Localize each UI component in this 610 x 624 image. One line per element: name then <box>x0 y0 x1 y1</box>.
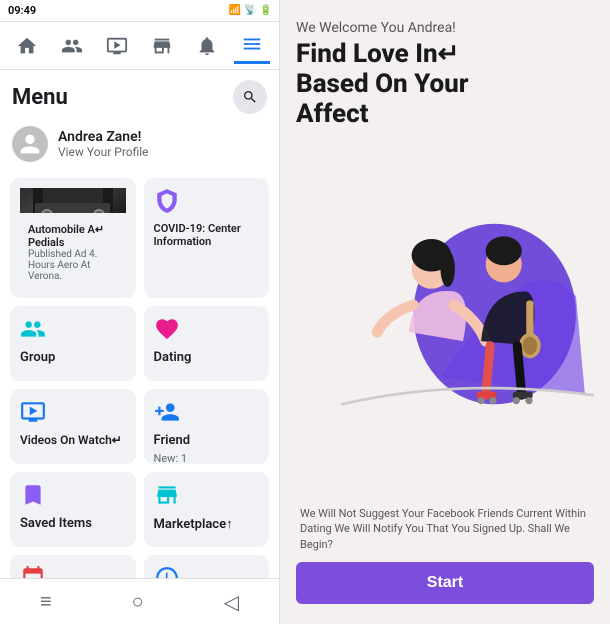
automobile-image <box>20 188 126 213</box>
profile-name: Andrea Zane! <box>58 129 149 145</box>
automobile-label: Automobile A↵ Pedials <box>28 223 118 249</box>
nav-store[interactable] <box>144 28 180 64</box>
signal-icon: 📡 <box>244 5 256 16</box>
status-icons: 📶 📡 🔋 <box>229 5 272 16</box>
profile-section[interactable]: Andrea Zane! View Your Profile <box>0 120 279 172</box>
saved-label: Saved Items <box>20 516 126 531</box>
dating-headline: Find Love In↵ Based On Your Affect <box>296 40 594 130</box>
group-label: Group <box>20 350 126 365</box>
menu-grid: Automobile A↵ Pedials Published Ad 4. Ho… <box>0 172 279 578</box>
bottom-nav-menu[interactable]: ≡ <box>40 589 52 614</box>
dating-headline-2: Based On Your <box>296 69 469 99</box>
dating-disclaimer: We Will Not Suggest Your Facebook Friend… <box>296 506 594 552</box>
dating-illustration-area <box>296 132 594 496</box>
group-icon <box>20 316 126 346</box>
menu-item-group[interactable]: Group <box>10 306 136 381</box>
bottom-nav-back[interactable]: ◁ <box>224 590 239 614</box>
dating-welcome: We Welcome You Andrea! <box>296 20 594 36</box>
dating-content: We Welcome You Andrea! Find Love In↵ Bas… <box>280 0 610 624</box>
battery-icon: 🔋 <box>260 5 272 16</box>
dating-label: Dating <box>154 350 260 365</box>
dating-icon <box>154 316 260 346</box>
nav-bell[interactable] <box>189 28 225 64</box>
covid-label: COVID-19: Center Information <box>154 222 260 248</box>
marketplace-label: Marketplace↑ <box>154 516 260 532</box>
menu-title: Menu <box>12 85 68 110</box>
friend-label: Friend <box>154 433 260 448</box>
nav-home[interactable] <box>9 28 45 64</box>
menu-item-friend[interactable]: Friend New: 1 <box>144 389 270 464</box>
covid-icon <box>154 188 260 218</box>
friend-sub: New: 1 <box>154 452 260 465</box>
videos-label: Videos On Watch↵ <box>20 433 126 447</box>
event-icon <box>20 565 126 578</box>
menu-header: Menu <box>0 70 279 120</box>
menu-item-saved[interactable]: Saved Items <box>10 472 136 547</box>
top-nav <box>0 22 279 70</box>
bottom-nav: ≡ ○ ◁ <box>0 578 279 624</box>
videos-icon <box>20 399 126 429</box>
profile-info: Andrea Zane! View Your Profile <box>58 129 149 159</box>
status-bar: 09:49 📶 📡 🔋 <box>0 0 280 22</box>
nav-menu[interactable] <box>234 28 270 64</box>
profile-view-link[interactable]: View Your Profile <box>58 145 149 159</box>
dating-panel: We Welcome You Andrea! Find Love In↵ Bas… <box>280 0 610 624</box>
nav-people[interactable] <box>54 28 90 64</box>
avatar <box>12 126 48 162</box>
menu-item-automobile[interactable]: Automobile A↵ Pedials Published Ad 4. Ho… <box>10 178 136 298</box>
dating-headline-1: Find Love In↵ <box>296 39 459 69</box>
remember-icon <box>154 565 260 578</box>
automobile-content: Automobile A↵ Pedials Published Ad 4. Ho… <box>20 217 126 288</box>
status-time: 09:49 <box>8 4 36 17</box>
friend-icon <box>154 399 260 429</box>
menu-item-dating[interactable]: Dating <box>144 306 270 381</box>
menu-item-covid[interactable]: COVID-19: Center Information <box>144 178 270 298</box>
saved-icon <box>20 482 126 512</box>
dating-svg-illustration <box>296 214 594 414</box>
menu-item-remember[interactable]: Remember New: 1 <box>144 555 270 578</box>
marketplace-icon <box>154 482 260 512</box>
dating-headline-3: Affect <box>296 99 369 129</box>
dating-start-button[interactable]: Start <box>296 562 594 604</box>
nav-video[interactable] <box>99 28 135 64</box>
menu-search-button[interactable] <box>233 80 267 114</box>
automobile-sub: Published Ad 4. Hours Aero At Verona. <box>28 249 118 282</box>
menu-item-videos[interactable]: Videos On Watch↵ <box>10 389 136 464</box>
menu-item-event[interactable]: Event <box>10 555 136 578</box>
bottom-nav-home[interactable]: ○ <box>132 589 144 614</box>
menu-item-marketplace[interactable]: Marketplace↑ <box>144 472 270 547</box>
wifi-icon: 📶 <box>229 5 241 16</box>
